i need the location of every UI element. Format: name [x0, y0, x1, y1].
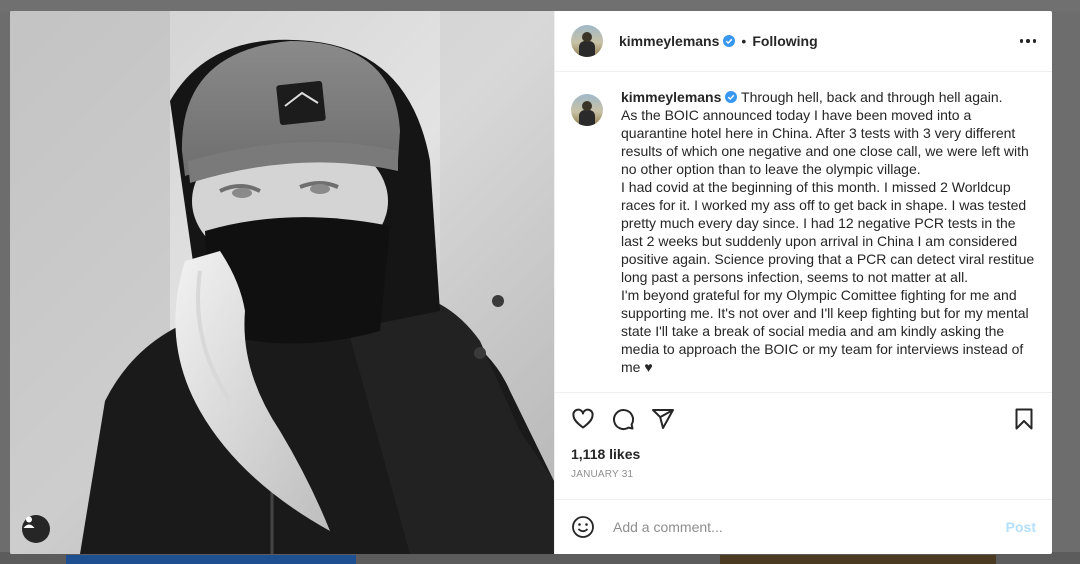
action-bar [555, 393, 1052, 445]
background-thumbnail [66, 555, 356, 564]
caption-section: kimmeylemans Through hell, back and thro… [555, 72, 1052, 393]
caption-username[interactable]: kimmeylemans [621, 89, 721, 105]
photo-image [10, 11, 554, 554]
likes-count[interactable]: 1,118 likes [555, 445, 1052, 463]
comment-input[interactable] [611, 518, 1006, 536]
post-comment-button[interactable]: Post [1006, 519, 1036, 535]
header-username[interactable]: kimmeylemans [619, 33, 719, 49]
caption: kimmeylemans Through hell, back and thro… [621, 88, 1038, 376]
verified-icon [723, 35, 736, 47]
post-header: kimmeylemans • Following [555, 11, 1052, 72]
bookmark-icon[interactable] [1012, 407, 1036, 431]
caption-text: Through hell, back and through hell agai… [621, 89, 1035, 375]
user-tag-icon[interactable] [22, 515, 50, 543]
following-button[interactable]: Following [752, 33, 817, 49]
verified-icon [725, 91, 738, 103]
post-modal: kimmeylemans • Following kimmeylemans Th… [10, 11, 1052, 554]
share-icon[interactable] [651, 407, 675, 431]
comment-bar: Post [555, 499, 1052, 554]
comment-icon[interactable] [611, 407, 635, 431]
background-thumbnail [720, 555, 996, 564]
post-side-panel: kimmeylemans • Following kimmeylemans Th… [554, 11, 1052, 554]
emoji-icon[interactable] [571, 515, 595, 539]
avatar[interactable] [571, 94, 603, 126]
post-date[interactable]: JANUARY 31 [555, 463, 1052, 485]
separator-dot: • [741, 33, 747, 49]
post-photo[interactable] [10, 11, 554, 554]
more-icon[interactable] [1012, 33, 1036, 49]
heart-icon[interactable] [571, 407, 595, 431]
avatar[interactable] [571, 25, 603, 57]
